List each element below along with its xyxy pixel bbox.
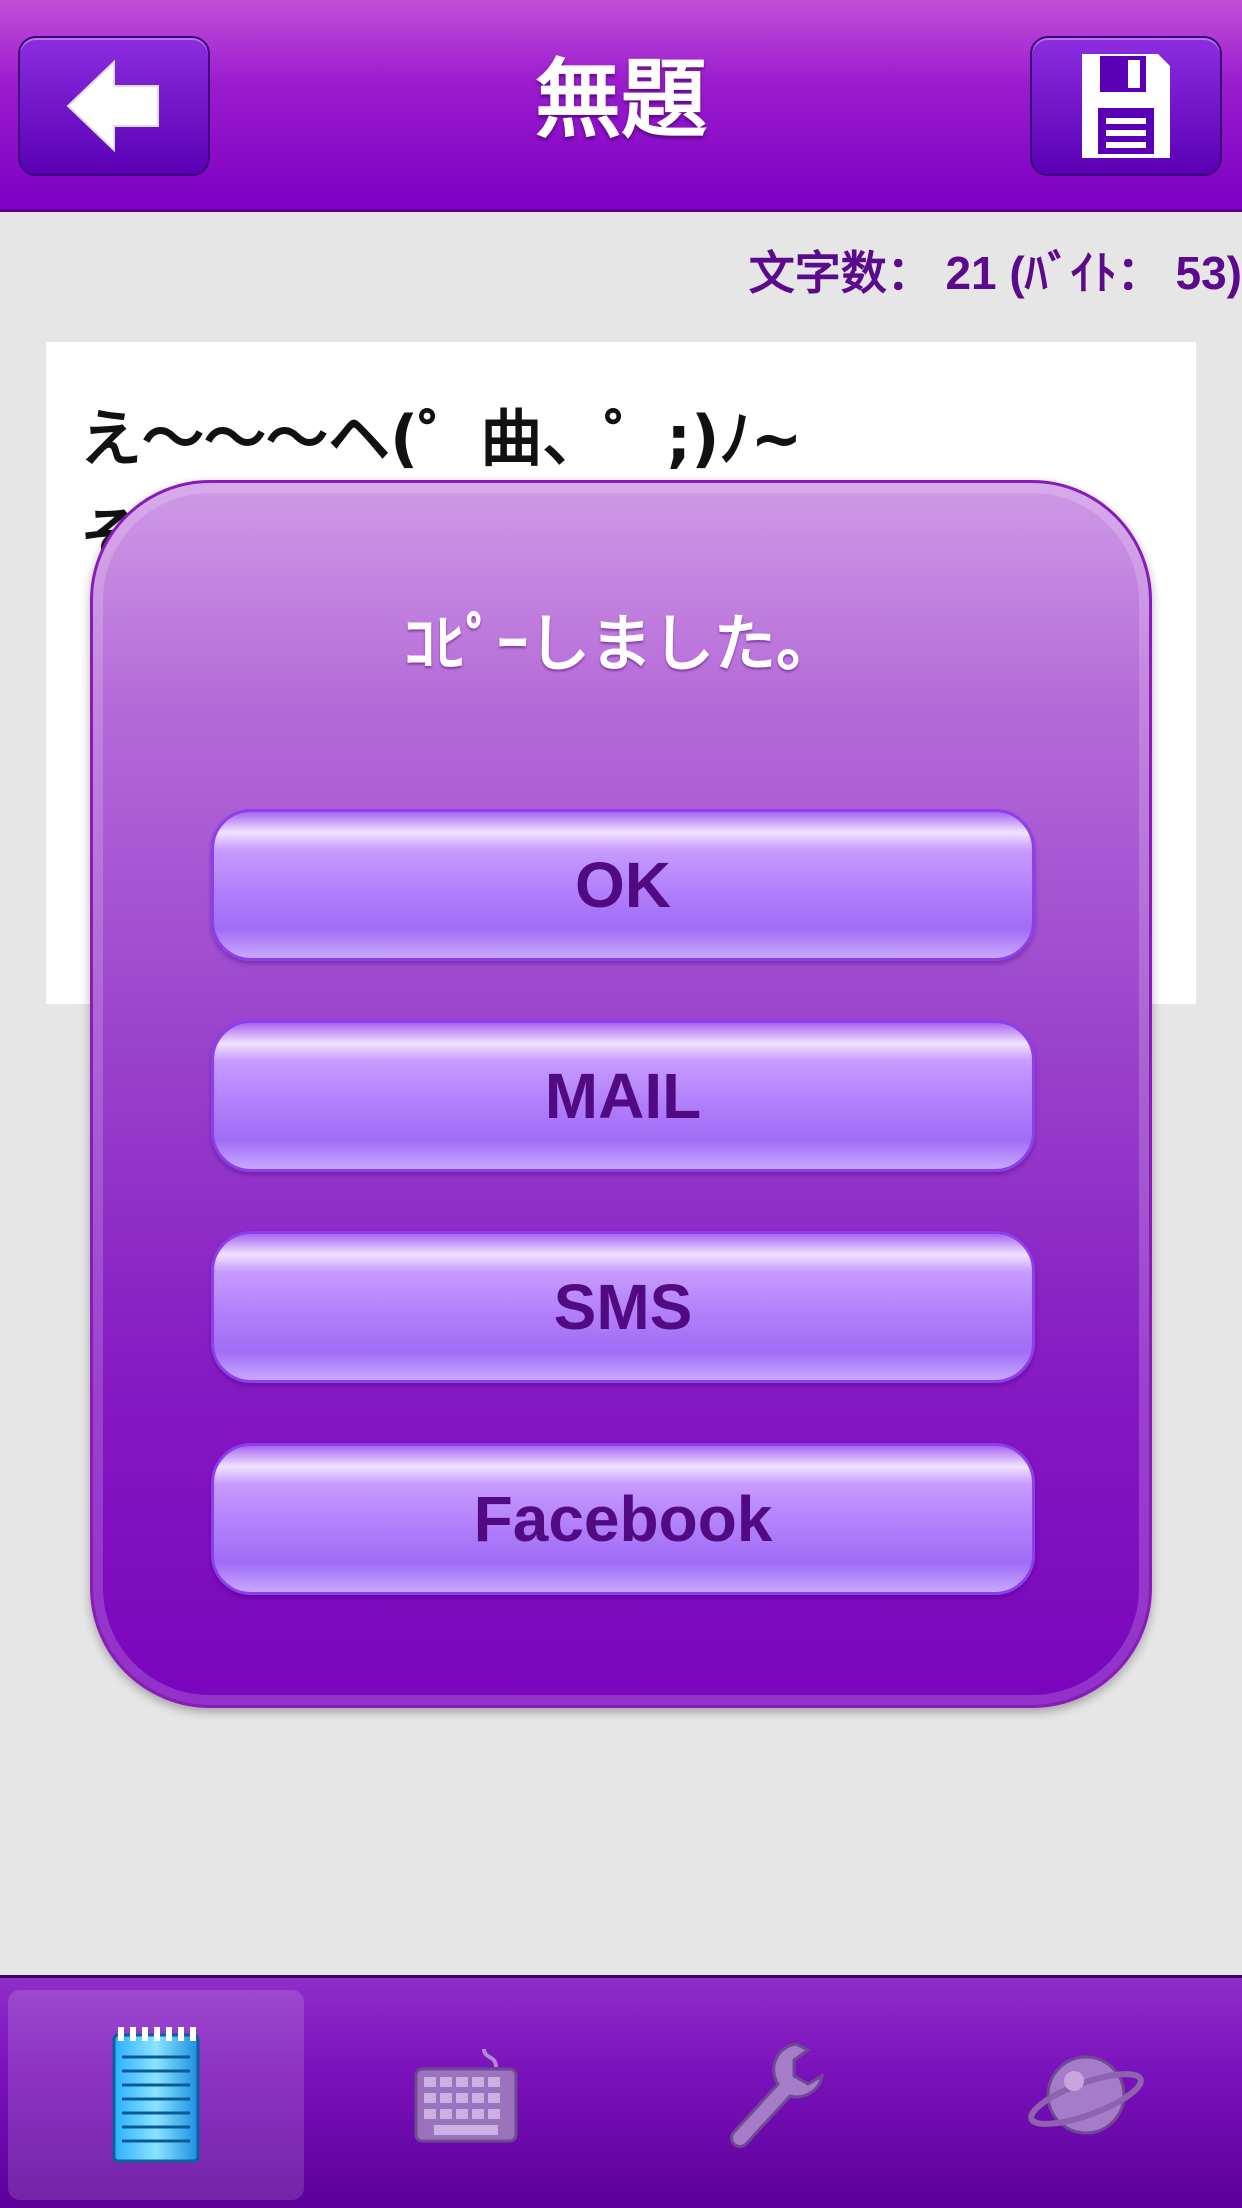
dialog-message: ｺﾋﾟｰしました。 — [403, 607, 838, 680]
sms-button[interactable]: SMS — [211, 1231, 1035, 1383]
character-count: 文字数： 21 (ﾊﾞｲﾄ： 53) — [748, 247, 1242, 299]
tab-web[interactable] — [938, 1990, 1234, 2200]
header-bar: 無題 — [0, 0, 1242, 212]
back-button[interactable] — [18, 36, 210, 176]
wrench-icon — [730, 2042, 825, 2148]
editor-line-1: え〜〜〜ヘ(゜曲、゜;)ﾉ~ — [80, 402, 803, 475]
bottom-tab-bar — [0, 1975, 1242, 2208]
tab-keyboard[interactable] — [318, 1990, 614, 2200]
notepad-icon — [112, 2027, 200, 2163]
facebook-button[interactable]: Facebook — [211, 1443, 1035, 1595]
tab-settings[interactable] — [628, 1990, 924, 2200]
tab-notepad[interactable] — [8, 1990, 304, 2200]
planet-icon — [1028, 2055, 1144, 2135]
page-title: 無題 — [535, 50, 707, 150]
save-button[interactable] — [1030, 36, 1222, 176]
copy-dialog: ｺﾋﾟｰしました。 OK MAIL SMS Facebook — [90, 480, 1152, 1708]
back-arrow-icon — [66, 59, 159, 153]
floppy-disk-icon — [1082, 54, 1170, 158]
keyboard-icon — [414, 2048, 518, 2143]
ok-button[interactable]: OK — [211, 809, 1035, 961]
mail-button[interactable]: MAIL — [211, 1020, 1035, 1172]
